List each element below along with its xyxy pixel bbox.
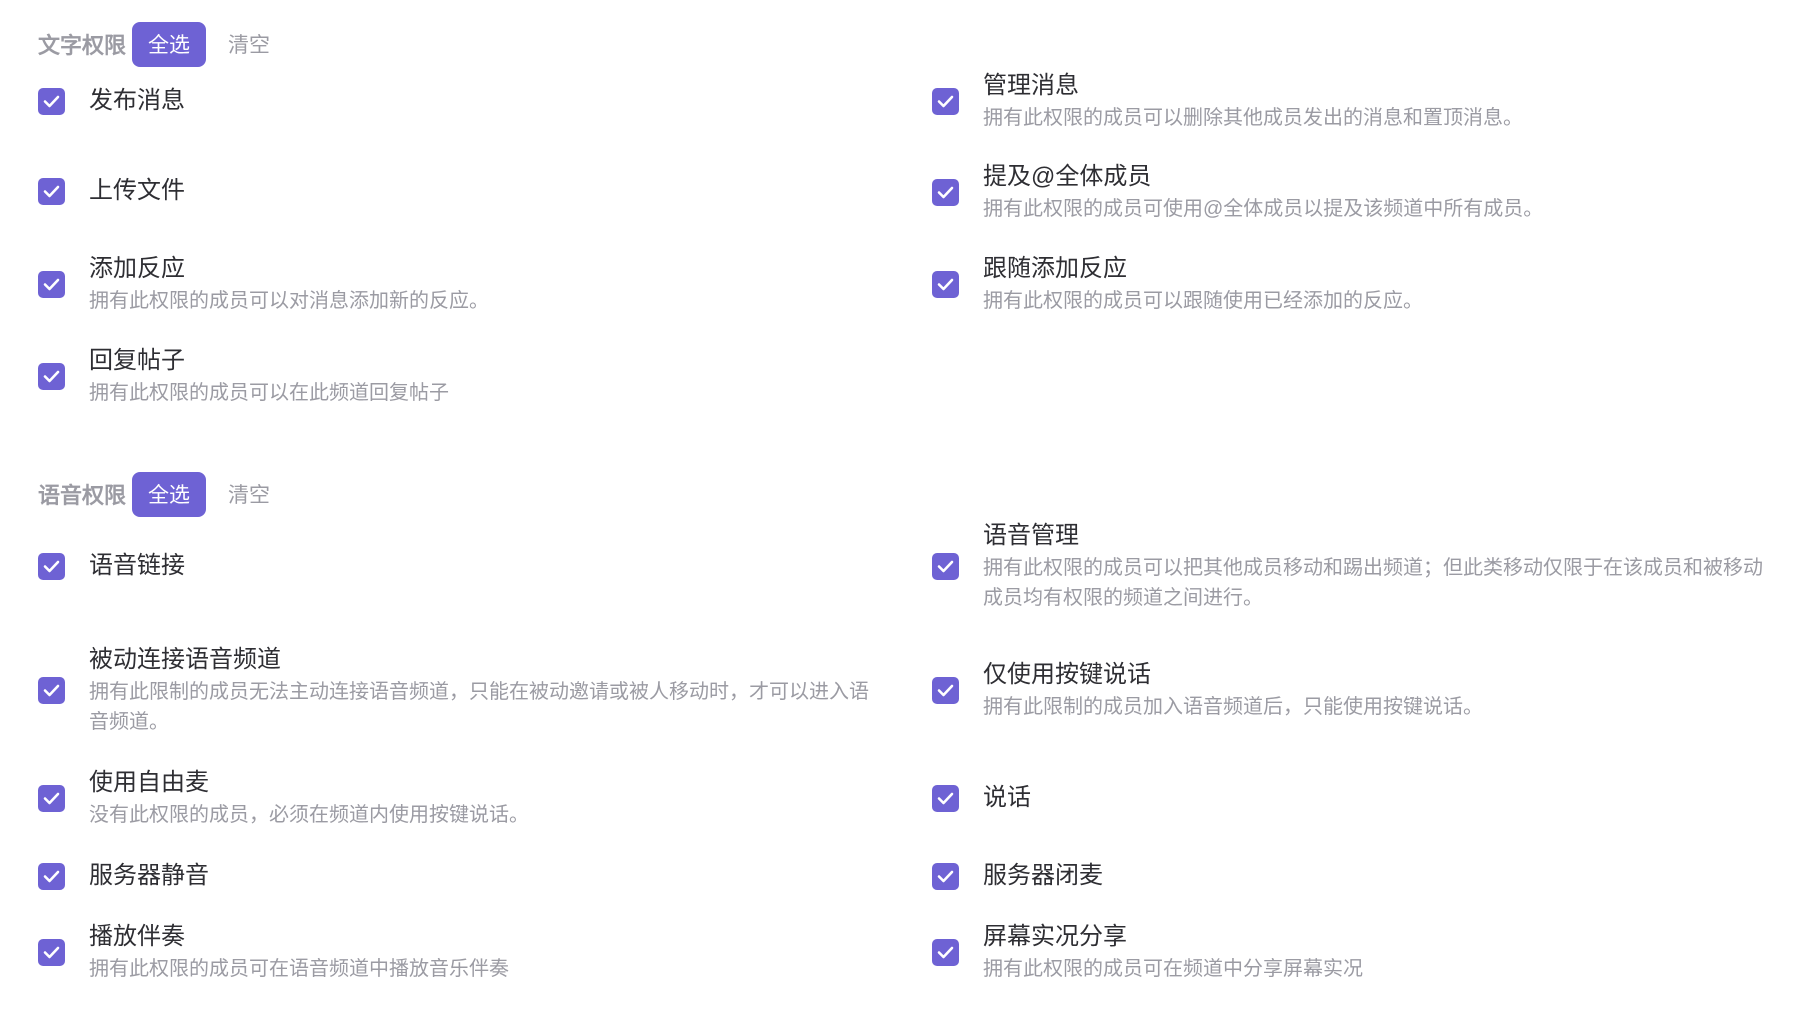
permission-description-line2: 音频道。	[89, 711, 169, 733]
permission-description: 拥有此权限的成员可在语音频道中播放音乐伴奏	[89, 958, 509, 980]
permission-item-mention-all: 提及@全体成员 拥有此权限的成员可使用@全体成员以提及该频道中所有成员。	[932, 160, 1812, 224]
select-all-button[interactable]: 全选	[132, 21, 207, 67]
permission-label: 发布消息	[89, 87, 185, 114]
permission-item-screen-share: 屏幕实况分享 拥有此权限的成员可在频道中分享屏幕实况	[932, 920, 1812, 984]
check-icon	[937, 560, 954, 572]
checkbox[interactable]	[38, 862, 65, 890]
permission-item-passive-connect: 被动连接语音频道 拥有此限制的成员无法主动连接语音频道，只能在被动邀请或被人移动…	[38, 643, 918, 737]
check-icon	[937, 684, 954, 696]
checkbox[interactable]	[932, 676, 959, 704]
check-icon	[937, 946, 954, 958]
permission-item-speak: 说话	[932, 781, 1812, 815]
permission-label: 服务器静音	[89, 862, 209, 889]
checkbox[interactable]	[38, 87, 65, 115]
checkbox[interactable]	[38, 676, 65, 704]
check-icon	[43, 792, 60, 804]
permission-item-publish-message: 发布消息	[38, 84, 918, 118]
check-icon	[43, 185, 60, 197]
permission-description: 拥有此权限的成员可以对消息添加新的反应。	[89, 290, 489, 312]
checkbox[interactable]	[38, 784, 65, 812]
check-icon	[937, 186, 954, 198]
section-header: 语音权限 全选 清空	[38, 471, 270, 517]
section-title: 语音权限	[38, 483, 127, 508]
permission-item-server-mic-off: 服务器闭麦	[932, 859, 1812, 893]
permission-description: 拥有此权限的成员可使用@全体成员以提及该频道中所有成员。	[983, 198, 1544, 220]
permission-label: 添加反应	[89, 255, 185, 282]
permission-description: 拥有此权限的成员可以把其他成员移动和踢出频道；但此类移动仅限于在该成员和被移动	[983, 557, 1763, 579]
permission-description: 拥有此权限的成员可以在此频道回复帖子	[89, 382, 449, 404]
checkbox[interactable]	[932, 938, 959, 966]
permission-item-voice-manage: 语音管理 拥有此权限的成员可以把其他成员移动和踢出频道；但此类移动仅限于在该成员…	[932, 519, 1812, 613]
permission-label: 上传文件	[89, 177, 185, 204]
permission-item-play-accompaniment: 播放伴奏 拥有此权限的成员可在语音频道中播放音乐伴奏	[38, 920, 918, 984]
permission-description: 拥有此权限的成员可以跟随使用已经添加的反应。	[983, 290, 1423, 312]
permission-label: 跟随添加反应	[983, 255, 1127, 282]
check-icon	[937, 870, 954, 882]
checkbox[interactable]	[38, 270, 65, 298]
permission-label: 被动连接语音频道	[89, 646, 281, 673]
permission-item-free-mic: 使用自由麦 没有此权限的成员，必须在频道内使用按键说话。	[38, 766, 918, 830]
permission-label: 屏幕实况分享	[983, 923, 1127, 950]
permission-label: 提及@全体成员	[983, 163, 1152, 190]
select-all-button[interactable]: 全选	[132, 471, 207, 517]
check-icon	[43, 870, 60, 882]
clear-button[interactable]: 清空	[228, 479, 270, 509]
checkbox[interactable]	[932, 87, 959, 115]
check-icon	[43, 278, 60, 290]
check-icon	[43, 946, 60, 958]
permission-description: 没有此权限的成员，必须在频道内使用按键说话。	[89, 804, 529, 826]
permission-description: 拥有此权限的成员可以删除其他成员发出的消息和置顶消息。	[983, 107, 1523, 129]
check-icon	[937, 792, 954, 804]
section-title: 文字权限	[38, 33, 127, 58]
permission-description-line2: 成员均有权限的频道之间进行。	[983, 587, 1263, 609]
check-icon	[43, 95, 60, 107]
permission-label: 说话	[983, 784, 1031, 811]
permission-item-manage-messages: 管理消息 拥有此权限的成员可以删除其他成员发出的消息和置顶消息。	[932, 69, 1812, 133]
permission-label: 服务器闭麦	[983, 862, 1103, 889]
check-icon	[43, 560, 60, 572]
permission-item-server-mute: 服务器静音	[38, 859, 918, 893]
permission-item-voice-link: 语音链接	[38, 549, 918, 583]
check-icon	[937, 95, 954, 107]
checkbox[interactable]	[932, 862, 959, 890]
checkbox[interactable]	[932, 552, 959, 580]
checkbox[interactable]	[38, 362, 65, 390]
checkbox[interactable]	[38, 177, 65, 205]
clear-button[interactable]: 清空	[228, 29, 270, 59]
checkbox[interactable]	[38, 938, 65, 966]
checkbox[interactable]	[932, 178, 959, 206]
permission-label: 使用自由麦	[89, 769, 209, 796]
permission-label: 管理消息	[983, 72, 1079, 99]
check-icon	[43, 370, 60, 382]
check-icon	[43, 684, 60, 696]
permission-description: 拥有此限制的成员加入语音频道后，只能使用按键说话。	[983, 696, 1483, 718]
check-icon	[937, 278, 954, 290]
checkbox[interactable]	[38, 552, 65, 580]
permission-label: 仅使用按键说话	[983, 661, 1151, 688]
checkbox[interactable]	[932, 270, 959, 298]
permission-description: 拥有此权限的成员可在频道中分享屏幕实况	[983, 958, 1363, 980]
permission-item-follow-reaction: 跟随添加反应 拥有此权限的成员可以跟随使用已经添加的反应。	[932, 252, 1812, 316]
permission-label: 回复帖子	[89, 347, 185, 374]
permission-item-reply-post: 回复帖子 拥有此权限的成员可以在此频道回复帖子	[38, 344, 918, 408]
section-header: 文字权限 全选 清空	[38, 21, 270, 67]
permission-label: 播放伴奏	[89, 923, 185, 950]
permission-item-upload-file: 上传文件	[38, 174, 918, 208]
permission-label: 语音链接	[89, 552, 185, 579]
permission-item-push-to-talk: 仅使用按键说话 拥有此限制的成员加入语音频道后，只能使用按键说话。	[932, 658, 1812, 722]
permission-label: 语音管理	[983, 522, 1079, 549]
permission-description: 拥有此限制的成员无法主动连接语音频道，只能在被动邀请或被人移动时，才可以进入语	[89, 681, 869, 703]
checkbox[interactable]	[932, 784, 959, 812]
permission-item-add-reaction: 添加反应 拥有此权限的成员可以对消息添加新的反应。	[38, 252, 918, 316]
